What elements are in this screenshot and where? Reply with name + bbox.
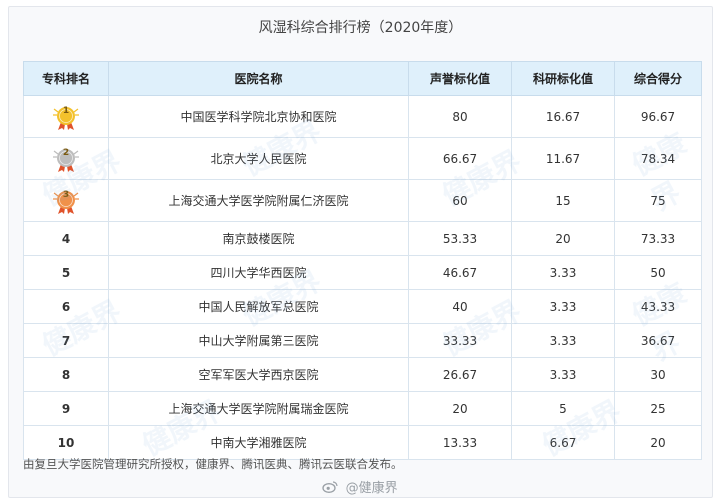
header-rank: 专科排名 (23, 61, 109, 96)
total-cell: 30 (614, 357, 702, 392)
reputation-cell: 40 (408, 289, 512, 324)
reputation-cell: 33.33 (408, 323, 512, 358)
hospital-cell: 中国医学科学院北京协和医院 (108, 95, 409, 138)
header-reputation: 声誉标化值 (408, 61, 512, 96)
reputation-cell: 53.33 (408, 221, 512, 256)
gold-medal-icon: 1 (49, 103, 83, 131)
reputation-cell: 66.67 (408, 137, 512, 180)
reputation-cell: 13.33 (408, 425, 512, 460)
ranking-card: 风湿科综合排行榜（2020年度） 专科排名 医院名称 声誉标化值 科研标化值 综… (8, 6, 713, 498)
hospital-cell: 上海交通大学医学院附属瑞金医院 (108, 391, 409, 426)
hospital-cell: 中南大学湘雅医院 (108, 425, 409, 460)
rank-number: 1 (62, 105, 70, 116)
hospital-cell: 四川大学华西医院 (108, 255, 409, 290)
hospital-cell: 上海交通大学医学院附属仁济医院 (108, 179, 409, 222)
table-row: 5 四川大学华西医院 46.67 3.33 50 (23, 255, 702, 290)
rank-cell: 8 (23, 357, 109, 392)
header-total: 综合得分 (614, 61, 702, 96)
table-row: 7 中山大学附属第三医院 33.33 3.33 36.67 (23, 323, 702, 358)
total-cell: 96.67 (614, 95, 702, 138)
rank-cell: 5 (23, 255, 109, 290)
ranking-table: 专科排名 医院名称 声誉标化值 科研标化值 综合得分 1 中国医学科学院北京协和医… (23, 61, 702, 460)
rank-number: 3 (62, 189, 70, 200)
reputation-cell: 80 (408, 95, 512, 138)
header-hospital: 医院名称 (108, 61, 409, 96)
rank-cell: 1 (23, 95, 109, 138)
bronze-medal-icon: 3 (49, 187, 83, 215)
research-cell: 16.67 (511, 95, 615, 138)
research-cell: 3.33 (511, 255, 615, 290)
research-cell: 3.33 (511, 357, 615, 392)
table-row: 1 中国医学科学院北京协和医院 80 16.67 96.67 (23, 95, 702, 138)
research-cell: 20 (511, 221, 615, 256)
research-cell: 3.33 (511, 289, 615, 324)
rank-cell: 6 (23, 289, 109, 324)
hospital-cell: 南京鼓楼医院 (108, 221, 409, 256)
page-title: 风湿科综合排行榜（2020年度） (258, 20, 463, 36)
total-cell: 78.34 (614, 137, 702, 180)
rank-number: 2 (62, 147, 70, 158)
watermark-text: @健康界 (345, 481, 398, 496)
silver-medal-icon: 2 (49, 145, 83, 173)
table-row: 8 空军军医大学西京医院 26.67 3.33 30 (23, 357, 702, 392)
table-row: 4 南京鼓楼医院 53.33 20 73.33 (23, 221, 702, 256)
total-cell: 43.33 (614, 289, 702, 324)
table-row: 10 中南大学湘雅医院 13.33 6.67 20 (23, 425, 702, 460)
hospital-cell: 中山大学附属第三医院 (108, 323, 409, 358)
total-cell: 73.33 (614, 221, 702, 256)
reputation-cell: 60 (408, 179, 512, 222)
research-cell: 6.67 (511, 425, 615, 460)
source-note: 由复旦大学医院管理研究所授权，健康界、腾讯医典、腾讯云医联合发布。 (23, 457, 403, 471)
total-cell: 50 (614, 255, 702, 290)
hospital-cell: 中国人民解放军总医院 (108, 289, 409, 324)
reputation-cell: 20 (408, 391, 512, 426)
table-row: 6 中国人民解放军总医院 40 3.33 43.33 (23, 289, 702, 324)
total-cell: 20 (614, 425, 702, 460)
table-header-row: 专科排名 医院名称 声誉标化值 科研标化值 综合得分 (23, 61, 702, 96)
hospital-cell: 北京大学人民医院 (108, 137, 409, 180)
header-research: 科研标化值 (511, 61, 615, 96)
research-cell: 5 (511, 391, 615, 426)
rank-cell: 10 (23, 425, 109, 460)
reputation-cell: 46.67 (408, 255, 512, 290)
research-cell: 3.33 (511, 323, 615, 358)
total-cell: 25 (614, 391, 702, 426)
table-row: 3 上海交通大学医学院附属仁济医院 60 15 75 (23, 179, 702, 222)
total-cell: 36.67 (614, 323, 702, 358)
total-cell: 75 (614, 179, 702, 222)
rank-cell: 7 (23, 323, 109, 358)
reputation-cell: 26.67 (408, 357, 512, 392)
rank-cell: 9 (23, 391, 109, 426)
hospital-cell: 空军军医大学西京医院 (108, 357, 409, 392)
research-cell: 11.67 (511, 137, 615, 180)
table-row: 9 上海交通大学医学院附属瑞金医院 20 5 25 (23, 391, 702, 426)
table-row: 2 北京大学人民医院 66.67 11.67 78.34 (23, 137, 702, 180)
research-cell: 15 (511, 179, 615, 222)
weibo-icon (322, 480, 339, 497)
rank-cell: 3 (23, 179, 109, 222)
rank-cell: 4 (23, 221, 109, 256)
rank-cell: 2 (23, 137, 109, 180)
watermark: @健康界 (0, 477, 720, 497)
